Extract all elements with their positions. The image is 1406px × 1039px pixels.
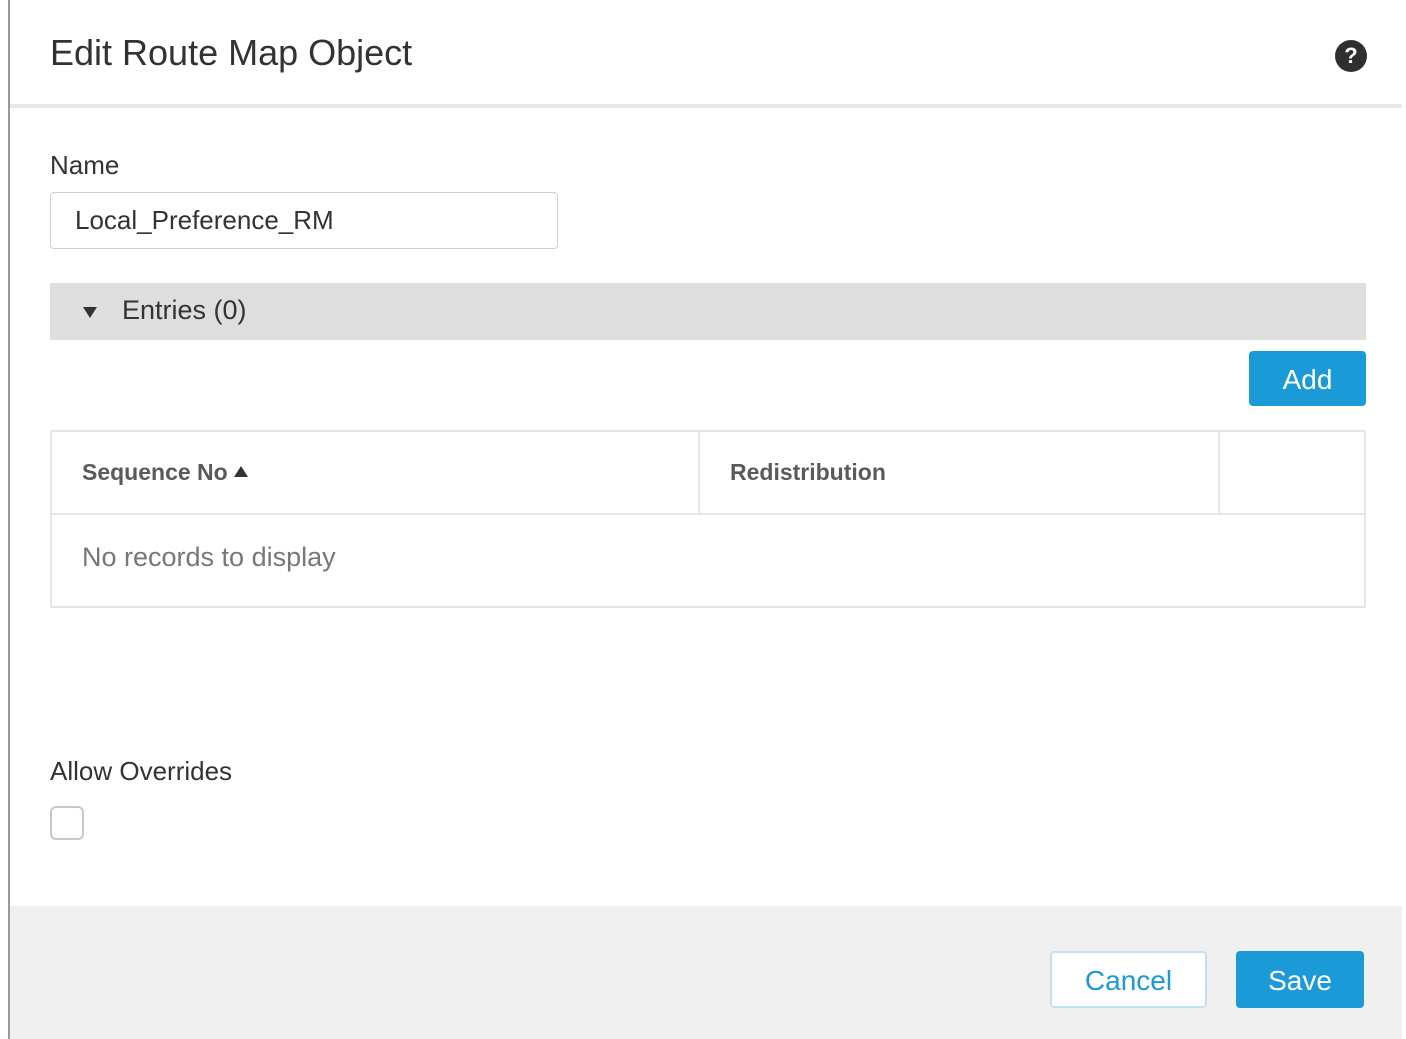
- name-label: Name: [50, 150, 120, 180]
- collapse-triangle-icon[interactable]: [83, 307, 97, 318]
- sort-ascending-icon: [233, 466, 248, 478]
- edit-route-map-dialog: Edit Route Map Object ? Name Entries (0)…: [8, 0, 1402, 1039]
- table-header-row: Sequence No Redistribution: [52, 432, 1364, 515]
- allow-overrides-checkbox[interactable]: [50, 806, 84, 840]
- entries-section-header[interactable]: Entries (0): [50, 283, 1366, 340]
- column-header-sequence-no[interactable]: Sequence No: [52, 432, 700, 513]
- entries-label: Entries (0): [122, 295, 247, 325]
- name-input[interactable]: [50, 192, 558, 249]
- help-icon[interactable]: ?: [1335, 40, 1367, 72]
- allow-overrides-label: Allow Overrides: [50, 756, 233, 786]
- cancel-button[interactable]: Cancel: [1050, 951, 1207, 1008]
- column-header-redistribution[interactable]: Redistribution: [700, 432, 1220, 513]
- empty-table-message: No records to display: [82, 542, 336, 572]
- column-header-label: Sequence No: [82, 459, 228, 485]
- entries-table: Sequence No Redistribution No records to…: [50, 430, 1366, 608]
- save-button[interactable]: Save: [1236, 951, 1364, 1008]
- dialog-title: Edit Route Map Object: [50, 32, 413, 73]
- dialog-footer: Cancel Save: [10, 906, 1402, 1039]
- dialog-header: Edit Route Map Object ?: [10, 0, 1402, 108]
- column-header-actions: [1220, 432, 1364, 513]
- add-entry-button[interactable]: Add: [1249, 351, 1366, 406]
